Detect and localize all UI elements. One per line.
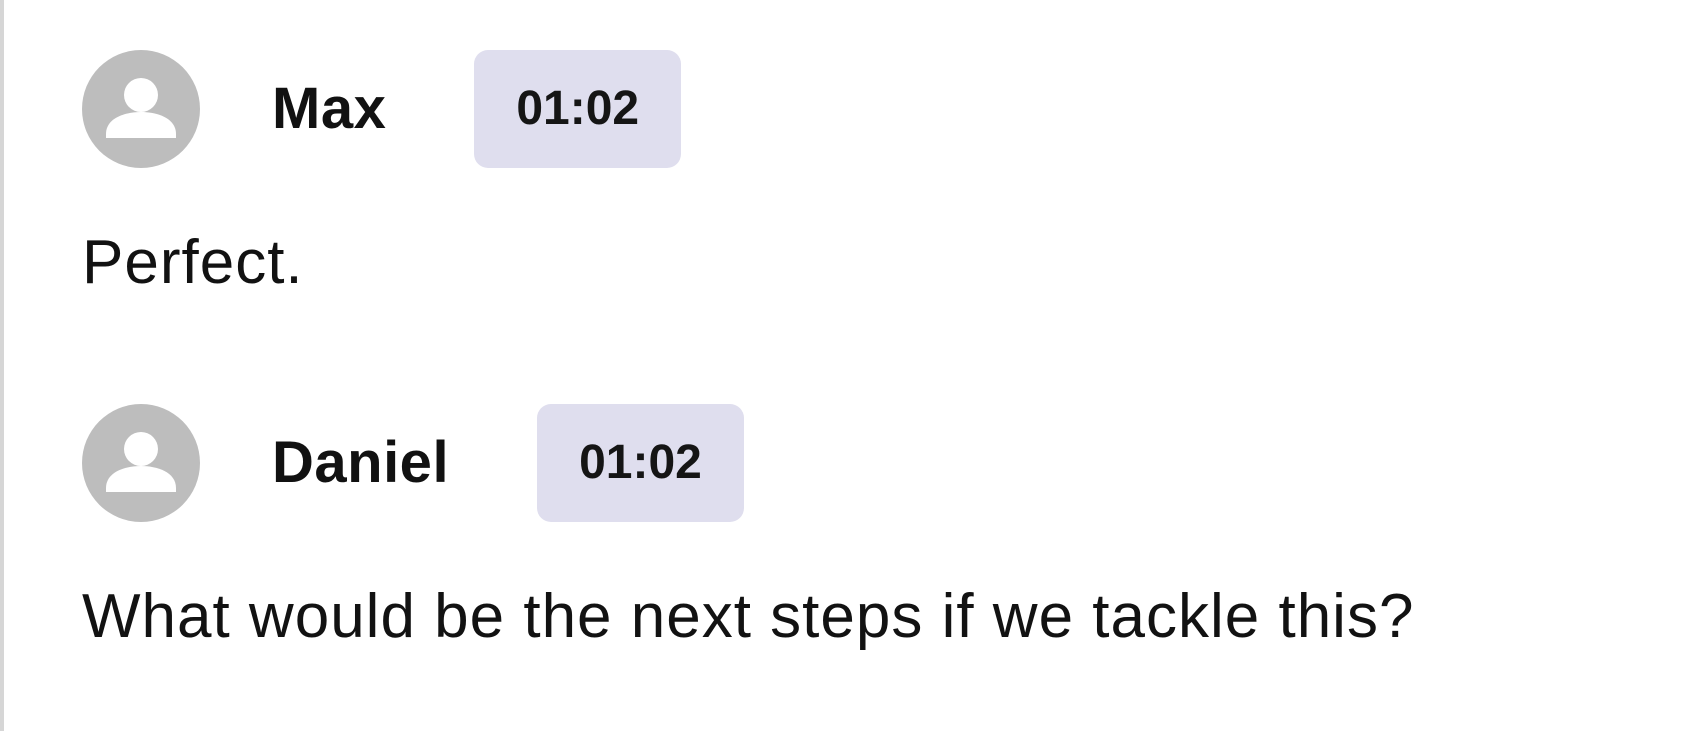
- transcript-panel: Max 01:02 Perfect. Daniel 01:02 What wou…: [0, 0, 1687, 731]
- avatar: [82, 50, 200, 168]
- timestamp-button[interactable]: 01:02: [474, 50, 682, 168]
- entry-header: Max 01:02: [82, 50, 1642, 168]
- timestamp-button[interactable]: 01:02: [537, 404, 744, 522]
- person-icon: [106, 78, 176, 138]
- speaker-name: Daniel: [272, 430, 450, 495]
- avatar: [82, 404, 200, 522]
- entry-header: Daniel 01:02: [82, 404, 1642, 522]
- message-text: What would be the next steps if we tackl…: [82, 582, 1415, 651]
- transcript-entry: Daniel 01:02 What would be the next step…: [82, 404, 1642, 660]
- speaker-name: Max: [272, 76, 387, 141]
- transcript-entry: Max 01:02 Perfect.: [82, 50, 1642, 306]
- message-text: Perfect.: [82, 228, 304, 297]
- person-icon: [106, 432, 176, 492]
